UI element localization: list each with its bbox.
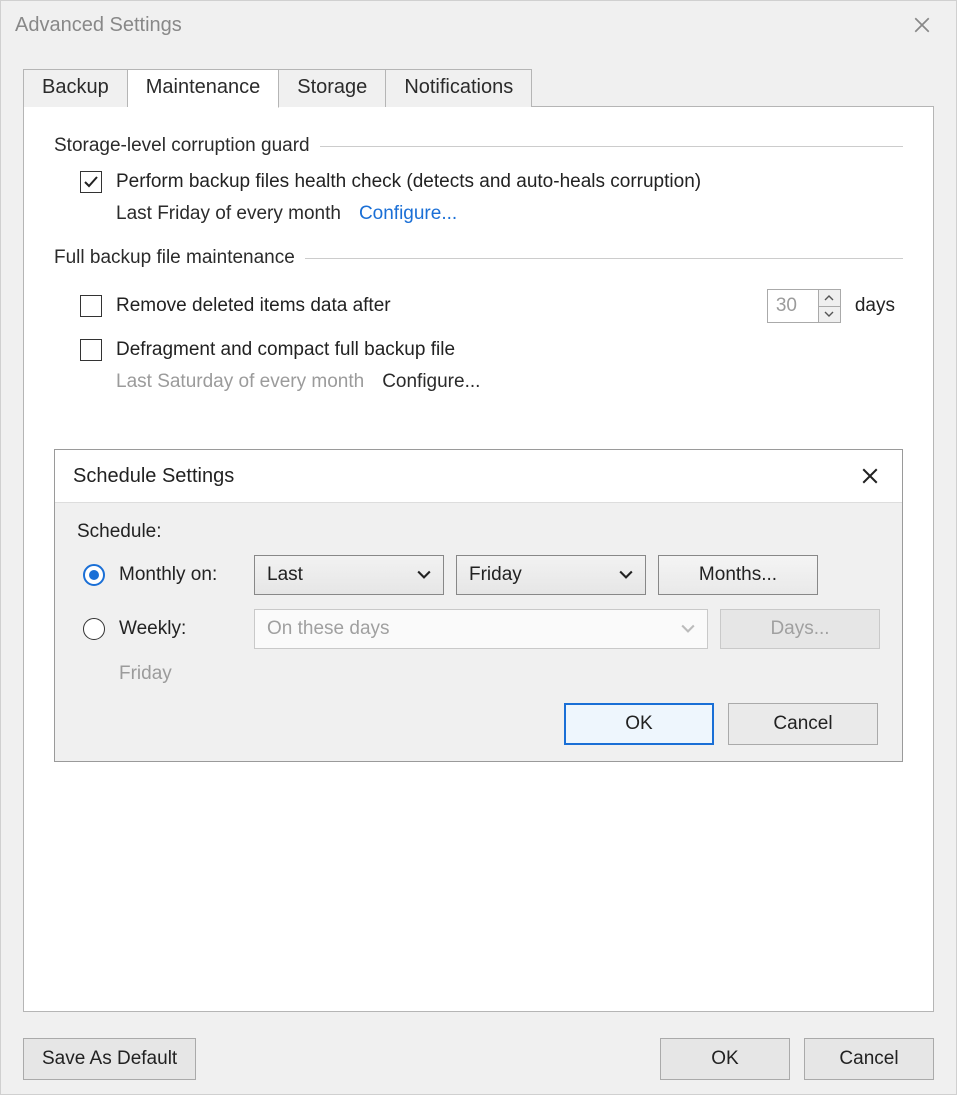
health-check-checkbox[interactable] <box>80 171 102 193</box>
chevron-down-icon <box>417 570 431 580</box>
maintenance-panel: Storage-level corruption guard Perform b… <box>23 107 934 1012</box>
health-check-label: Perform backup files health check (detec… <box>116 171 701 193</box>
tab-notifications[interactable]: Notifications <box>386 69 532 107</box>
chevron-up-icon <box>824 295 834 301</box>
health-check-schedule-row: Last Friday of every month Configure... <box>116 203 903 225</box>
tab-notifications-label: Notifications <box>404 76 513 98</box>
chevron-down-icon <box>619 570 633 580</box>
tab-storage-label: Storage <box>297 76 367 98</box>
tab-maintenance-label: Maintenance <box>146 76 261 98</box>
schedule-summary: Friday <box>119 663 880 685</box>
chevron-down-icon <box>824 311 834 317</box>
tab-storage[interactable]: Storage <box>279 69 386 107</box>
remove-deleted-value[interactable] <box>768 290 818 322</box>
health-check-schedule-text: Last Friday of every month <box>116 203 341 225</box>
monthly-occurrence-select[interactable]: Last <box>254 555 444 595</box>
spinner-buttons <box>818 290 840 322</box>
schedule-cancel-button[interactable]: Cancel <box>728 703 878 745</box>
schedule-footer: OK Cancel <box>77 703 880 745</box>
defrag-schedule-text: Last Saturday of every month <box>116 371 364 393</box>
weekly-radio[interactable] <box>83 618 105 640</box>
radio-dot-icon <box>89 570 99 580</box>
defrag-checkbox[interactable] <box>80 339 102 361</box>
titlebar: Advanced Settings <box>1 1 956 49</box>
divider <box>305 258 903 259</box>
schedule-close-button[interactable] <box>854 460 886 492</box>
cancel-label: Cancel <box>839 1048 898 1070</box>
weekly-days-select[interactable]: On these days <box>254 609 708 649</box>
defrag-schedule-row: Last Saturday of every month Configure..… <box>116 371 903 393</box>
defrag-configure-link[interactable]: Configure... <box>382 371 480 393</box>
group-full-backup-header: Full backup file maintenance <box>54 247 903 269</box>
ok-label: OK <box>711 1048 738 1070</box>
save-as-default-label: Save As Default <box>42 1048 177 1070</box>
weekly-label: Weekly: <box>119 618 186 640</box>
schedule-body: Schedule: Monthly on: Last Friday Months… <box>55 503 902 761</box>
tabstrip: Backup Maintenance Storage Notifications <box>1 49 956 107</box>
remove-deleted-spinner[interactable] <box>767 289 841 323</box>
close-icon <box>861 467 879 485</box>
remove-deleted-label: Remove deleted items data after <box>116 295 391 317</box>
spinner-up-button[interactable] <box>819 290 840 307</box>
divider <box>320 146 903 147</box>
group-storage-guard-header: Storage-level corruption guard <box>54 135 903 157</box>
weekly-row: Weekly: On these days Days... <box>83 609 880 649</box>
window-title: Advanced Settings <box>15 14 182 37</box>
monthly-row: Monthly on: Last Friday Months... <box>83 555 880 595</box>
remove-deleted-checkbox[interactable] <box>80 295 102 317</box>
chevron-down-icon <box>681 624 695 634</box>
months-button[interactable]: Months... <box>658 555 818 595</box>
defrag-row: Defragment and compact full backup file <box>80 339 903 361</box>
remove-deleted-spinner-wrap: days <box>767 289 903 323</box>
cancel-button[interactable]: Cancel <box>804 1038 934 1080</box>
monthly-occurrence-value: Last <box>267 564 303 586</box>
window-close-button[interactable] <box>902 5 942 45</box>
weekly-days-placeholder: On these days <box>267 618 390 640</box>
monthly-radio[interactable] <box>83 564 105 586</box>
bottom-button-bar: Save As Default OK Cancel <box>1 1028 956 1094</box>
months-button-label: Months... <box>699 564 777 586</box>
schedule-label: Schedule: <box>77 521 880 543</box>
spinner-down-button[interactable] <box>819 307 840 323</box>
tab-maintenance[interactable]: Maintenance <box>128 69 280 108</box>
save-as-default-button[interactable]: Save As Default <box>23 1038 196 1080</box>
group-storage-guard-label: Storage-level corruption guard <box>54 135 320 157</box>
checkmark-icon <box>83 174 99 190</box>
remove-deleted-row: Remove deleted items data after days <box>80 289 903 323</box>
ok-button[interactable]: OK <box>660 1038 790 1080</box>
close-icon <box>913 16 931 34</box>
monthly-day-value: Friday <box>469 564 522 586</box>
schedule-ok-button[interactable]: OK <box>564 703 714 745</box>
advanced-settings-window: Advanced Settings Backup Maintenance Sto… <box>0 0 957 1095</box>
days-button-label: Days... <box>770 618 829 640</box>
schedule-titlebar: Schedule Settings <box>55 450 902 503</box>
monthly-day-select[interactable]: Friday <box>456 555 646 595</box>
health-check-configure-link[interactable]: Configure... <box>359 203 457 225</box>
schedule-cancel-label: Cancel <box>773 713 832 735</box>
days-button[interactable]: Days... <box>720 609 880 649</box>
schedule-ok-label: OK <box>625 713 652 735</box>
remove-deleted-suffix: days <box>855 295 895 317</box>
group-full-backup-label: Full backup file maintenance <box>54 247 305 269</box>
schedule-title: Schedule Settings <box>73 465 234 488</box>
tab-backup[interactable]: Backup <box>23 69 128 107</box>
health-check-row: Perform backup files health check (detec… <box>80 171 903 193</box>
schedule-settings-dialog: Schedule Settings Schedule: Monthly on: … <box>54 449 903 762</box>
defrag-label: Defragment and compact full backup file <box>116 339 455 361</box>
monthly-label: Monthly on: <box>119 564 217 586</box>
tab-backup-label: Backup <box>42 76 109 98</box>
